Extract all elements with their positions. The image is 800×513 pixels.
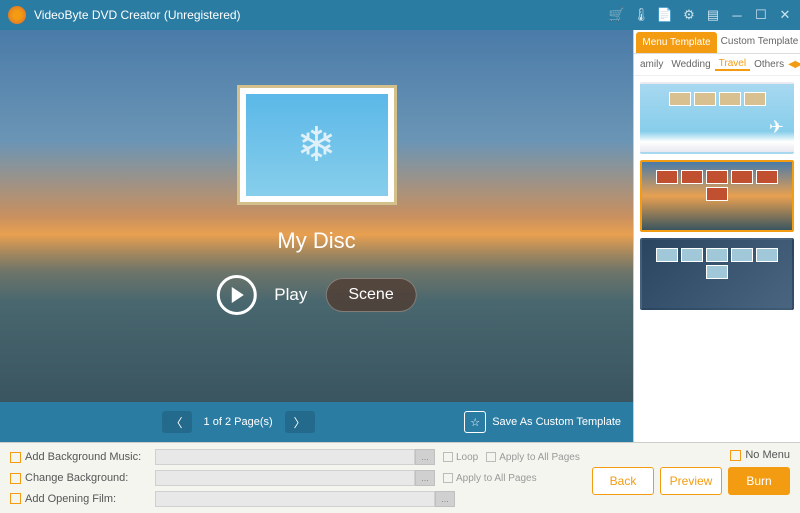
loop-label: Loop (456, 452, 478, 463)
menu-controls: Play Scene (216, 275, 416, 315)
bg-music-checkbox[interactable] (10, 452, 21, 463)
next-page-button[interactable]: 〉 (285, 411, 315, 433)
action-buttons: Back Preview Burn (592, 467, 790, 495)
apply-all-bg-checkbox[interactable] (443, 473, 453, 483)
titlebar: VideoByte DVD Creator (Unregistered) 🛒 🌡… (0, 0, 800, 30)
preview-area: ❄ My Disc Play Scene 〈 1 of 2 Page(s) 〉 … (0, 30, 633, 442)
opening-film-row: Add Opening Film: ... (10, 490, 580, 507)
no-menu-label: No Menu (745, 449, 790, 461)
change-bg-row: Change Background: ... Apply to All Page… (10, 470, 580, 487)
category-scroll-arrows[interactable]: ◀▶ (788, 59, 800, 70)
category-others[interactable]: Others (750, 59, 788, 70)
cart-icon[interactable]: 🛒 (610, 8, 624, 22)
app-logo (8, 6, 26, 24)
bg-music-label: Add Background Music: (25, 451, 155, 463)
scene-button[interactable]: Scene (325, 278, 416, 312)
action-column: No Menu Back Preview Burn (592, 449, 790, 507)
category-travel[interactable]: Travel (715, 58, 750, 71)
play-icon (232, 287, 244, 303)
tab-menu-template[interactable]: Menu Template (636, 32, 717, 53)
options-column: Add Background Music: ... Loop Apply to … (10, 449, 580, 507)
airplane-icon: ✈ (769, 117, 784, 138)
document-icon[interactable]: 📄 (658, 8, 672, 22)
category-wedding[interactable]: Wedding (667, 59, 714, 70)
opening-film-browse-button[interactable]: ... (435, 491, 455, 507)
save-template-label: Save As Custom Template (492, 416, 621, 428)
prev-page-button[interactable]: 〈 (162, 411, 192, 433)
main-area: ❄ My Disc Play Scene 〈 1 of 2 Page(s) 〉 … (0, 30, 800, 442)
bg-music-input[interactable] (155, 449, 415, 465)
apply-all-music-checkbox[interactable] (486, 452, 496, 462)
opening-film-label: Add Opening Film: (25, 493, 155, 505)
template-type-tabs: Menu Template Custom Template (634, 30, 800, 54)
loop-checkbox[interactable] (443, 452, 453, 462)
minimize-icon[interactable]: ─ (730, 8, 744, 22)
preview-canvas: ❄ My Disc Play Scene (0, 30, 633, 402)
template-item-3[interactable] (640, 238, 794, 310)
category-tabs: amily Wedding Travel Others ◀▶ (634, 54, 800, 76)
category-family[interactable]: amily (636, 59, 667, 70)
change-bg-label: Change Background: (25, 472, 155, 484)
bottom-panel: Add Background Music: ... Loop Apply to … (0, 442, 800, 513)
app-title: VideoByte DVD Creator (Unregistered) (34, 8, 610, 22)
bg-music-browse-button[interactable]: ... (415, 449, 435, 465)
apply-all-music-label: Apply to All Pages (499, 452, 580, 463)
maximize-icon[interactable]: ☐ (754, 8, 768, 22)
close-icon[interactable]: ✕ (778, 8, 792, 22)
tools-icon[interactable]: ⚙ (682, 8, 696, 22)
star-icon: ☆ (464, 411, 486, 433)
change-bg-input[interactable] (155, 470, 415, 486)
play-label[interactable]: Play (274, 285, 307, 305)
thermometer-icon[interactable]: 🌡 (634, 8, 648, 22)
bg-music-row: Add Background Music: ... Loop Apply to … (10, 449, 580, 466)
opening-film-input[interactable] (155, 491, 435, 507)
template-list: ✈ (634, 76, 800, 442)
change-bg-checkbox[interactable] (10, 473, 21, 484)
page-indicator: 1 of 2 Page(s) (204, 416, 273, 428)
opening-film-checkbox[interactable] (10, 493, 21, 504)
snowflake-icon: ❄ (296, 117, 336, 173)
apply-all-bg-label: Apply to All Pages (456, 473, 537, 484)
disc-title[interactable]: My Disc (277, 228, 355, 254)
back-button[interactable]: Back (592, 467, 654, 495)
pager-bar: 〈 1 of 2 Page(s) 〉 ☆ Save As Custom Temp… (0, 402, 633, 442)
save-as-template-button[interactable]: ☆ Save As Custom Template (464, 411, 621, 433)
titlebar-icons: 🛒 🌡 📄 ⚙ ▤ ─ ☐ ✕ (610, 8, 792, 22)
menu-thumbnail: ❄ (246, 94, 388, 196)
template-item-1[interactable]: ✈ (640, 82, 794, 154)
burn-button[interactable]: Burn (728, 467, 790, 495)
menu-icon[interactable]: ▤ (706, 8, 720, 22)
template-panel: Menu Template Custom Template amily Wedd… (633, 30, 800, 442)
preview-button[interactable]: Preview (660, 467, 722, 495)
change-bg-browse-button[interactable]: ... (415, 470, 435, 486)
tab-custom-template[interactable]: Custom Template (719, 30, 800, 53)
template-item-2[interactable] (640, 160, 794, 232)
menu-thumbnail-frame[interactable]: ❄ (237, 85, 397, 205)
no-menu-checkbox[interactable] (730, 450, 741, 461)
no-menu-row: No Menu (730, 449, 790, 461)
play-button[interactable] (216, 275, 256, 315)
